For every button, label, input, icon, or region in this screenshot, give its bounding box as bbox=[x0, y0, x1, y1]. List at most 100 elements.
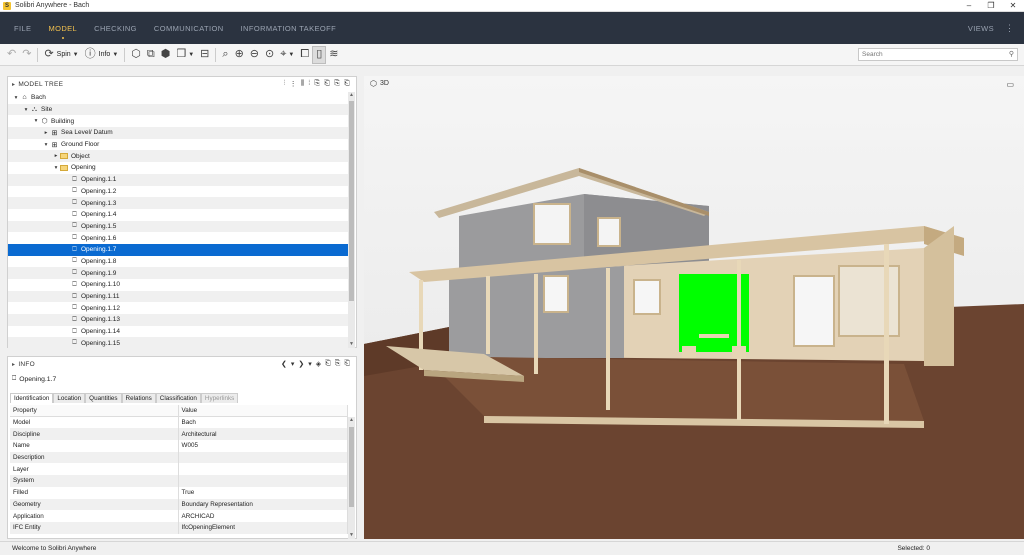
tree-item[interactable]: ⎕ Opening.1.9 bbox=[8, 267, 348, 279]
property-row[interactable]: Model Bach bbox=[10, 416, 348, 429]
zoom-out-button[interactable]: ⊖ bbox=[247, 46, 262, 64]
tab-classification[interactable]: Classification bbox=[155, 393, 201, 403]
tree-item[interactable]: ⎕ Opening.1.11 bbox=[8, 290, 348, 303]
undo-button[interactable]: ↶ bbox=[4, 46, 19, 64]
collapse-arrow-icon[interactable]: ▸ bbox=[12, 81, 15, 88]
select-multiple-button[interactable]: ⧉ bbox=[144, 46, 158, 64]
model-tree-scrollbar[interactable]: ▲ ▼ bbox=[348, 92, 355, 348]
more-options-icon[interactable]: ⋮ bbox=[1005, 23, 1014, 34]
scroll-down-icon[interactable]: ▼ bbox=[348, 532, 355, 539]
tree-item[interactable]: ▾ ⬡ Building bbox=[8, 115, 348, 127]
zoom-selected-button[interactable]: ⊙ bbox=[262, 46, 277, 64]
scroll-down-icon[interactable]: ▼ bbox=[348, 341, 355, 348]
clipboard-copy-icon[interactable]: ⎘ bbox=[334, 80, 340, 88]
tree-item[interactable]: ⎕ Opening.1.10 bbox=[8, 279, 348, 291]
scroll-thumb[interactable] bbox=[349, 427, 354, 507]
tree-item[interactable]: ⎕ Opening.1.7 bbox=[8, 243, 348, 256]
highlight-icon[interactable]: ◈ bbox=[316, 360, 321, 368]
tree-item[interactable]: ⎕ Opening.1.8 bbox=[8, 256, 348, 268]
isolate-button[interactable]: ⬢ bbox=[158, 46, 174, 64]
visibility-button[interactable]: ❒ ▼ bbox=[173, 46, 197, 64]
clipboard-copy-icon[interactable]: ⎘ bbox=[335, 360, 341, 368]
tree-item[interactable]: ⎕ Opening.1.5 bbox=[8, 220, 348, 233]
collapse-arrow-icon[interactable]: ▸ bbox=[12, 361, 15, 368]
property-row[interactable]: Layer bbox=[10, 463, 348, 476]
tree-item[interactable]: ⎕ Opening.1.14 bbox=[8, 326, 348, 338]
redo-button[interactable]: ↷ bbox=[19, 46, 34, 64]
tree-item[interactable]: ⎕ Opening.1.4 bbox=[8, 209, 348, 221]
tree-item[interactable]: ▸ Object bbox=[8, 150, 348, 163]
spin-button[interactable]: ⟳ Spin ▼ bbox=[41, 46, 81, 64]
tree-group-icon[interactable]: ⦙ bbox=[309, 80, 311, 88]
scroll-thumb[interactable] bbox=[349, 101, 354, 301]
tree-item[interactable]: ▾ Opening bbox=[8, 162, 348, 174]
property-row[interactable]: Application ARCHICAD bbox=[10, 510, 348, 522]
section-button[interactable]: ⊟ bbox=[197, 46, 212, 64]
expand-arrow-icon[interactable]: ▾ bbox=[42, 142, 50, 148]
forward-icon[interactable]: ❯ bbox=[298, 360, 304, 368]
zoom-fit-button[interactable]: ⌕ bbox=[219, 46, 231, 64]
menu-file[interactable]: FILE bbox=[14, 24, 31, 33]
chevron-down-icon[interactable]: ▼ bbox=[112, 52, 118, 58]
property-row[interactable]: IFC Entity IfcOpeningElement bbox=[10, 521, 348, 534]
3d-viewport[interactable]: ⬡ 3D ▭ bbox=[364, 76, 1024, 539]
map-button[interactable]: ▯ bbox=[312, 45, 327, 64]
tree-item[interactable]: ▾ ⛬ Site bbox=[8, 103, 348, 116]
history-dropdown-icon[interactable]: ▾ bbox=[291, 360, 295, 368]
tree-list-icon[interactable]: ⋮ bbox=[290, 80, 297, 88]
tree-item[interactable]: ⎕ Opening.1.13 bbox=[8, 314, 348, 326]
restore-button[interactable]: ❐ bbox=[980, 0, 1002, 12]
collapse-arrow-icon[interactable]: ▸ bbox=[52, 153, 60, 159]
info-button[interactable]: ⓘ Info ▼ bbox=[82, 46, 122, 64]
chevron-down-icon[interactable]: ▼ bbox=[288, 52, 294, 58]
clipboard-green-icon[interactable]: ⎘ bbox=[314, 80, 320, 88]
views-menu[interactable]: VIEWS bbox=[968, 24, 994, 33]
tree-item[interactable]: ⎕ Opening.1.3 bbox=[8, 197, 348, 209]
tree-item[interactable]: ⎕ Opening.1.15 bbox=[8, 337, 348, 348]
scroll-up-icon[interactable]: ▲ bbox=[348, 92, 355, 99]
clipboard-paste-icon[interactable]: ⎗ bbox=[344, 80, 350, 88]
search-input[interactable] bbox=[862, 51, 1002, 58]
expand-arrow-icon[interactable]: ▾ bbox=[12, 95, 20, 101]
pointer-button[interactable]: ⌖ ▼ bbox=[277, 46, 297, 64]
menu-information-takeoff[interactable]: INFORMATION TAKEOFF bbox=[241, 24, 337, 33]
expand-arrow-icon[interactable]: ▾ bbox=[52, 165, 60, 171]
expand-arrow-icon[interactable]: ▾ bbox=[22, 107, 30, 113]
building-model-render[interactable] bbox=[364, 76, 1024, 539]
search-icon[interactable]: ⚲ bbox=[1009, 50, 1014, 58]
property-row[interactable]: Name W005 bbox=[10, 440, 348, 452]
tab-quantities[interactable]: Quantities bbox=[85, 393, 122, 403]
clipboard-icon[interactable]: ⎗ bbox=[324, 80, 330, 88]
layers-button[interactable]: ≋ bbox=[326, 46, 341, 64]
tree-item[interactable]: ▾ ⌂ Bach bbox=[8, 92, 348, 104]
tree-item[interactable]: ▸ ⊞ Sea Level/ Datum bbox=[8, 127, 348, 139]
clipboard-paste-icon[interactable]: ⎗ bbox=[344, 360, 350, 368]
tree-classify-icon[interactable]: ⫼ bbox=[301, 80, 305, 88]
zoom-in-button[interactable]: ⊕ bbox=[232, 46, 247, 64]
tree-item[interactable]: ⎕ Opening.1.12 bbox=[8, 302, 348, 314]
minimize-button[interactable]: – bbox=[958, 0, 980, 12]
property-row[interactable]: System bbox=[10, 475, 348, 487]
property-row[interactable]: Filled True bbox=[10, 486, 348, 499]
property-row[interactable]: Discipline Architectural bbox=[10, 428, 348, 441]
menu-communication[interactable]: COMMUNICATION bbox=[154, 24, 224, 33]
property-row[interactable]: Description bbox=[10, 451, 348, 464]
back-icon[interactable]: ❮ bbox=[281, 360, 287, 368]
tab-identification[interactable]: Identification bbox=[10, 393, 54, 403]
expand-arrow-icon[interactable]: ▾ bbox=[32, 118, 40, 124]
chevron-down-icon[interactable]: ▼ bbox=[188, 52, 194, 58]
forward-dropdown-icon[interactable]: ▾ bbox=[308, 360, 312, 368]
scroll-up-icon[interactable]: ▲ bbox=[348, 417, 355, 424]
chevron-down-icon[interactable]: ▼ bbox=[73, 52, 79, 58]
tab-location[interactable]: Location bbox=[53, 393, 86, 403]
tree-item[interactable]: ▾ ⊞ Ground Floor bbox=[8, 139, 348, 151]
tree-hierarchy-icon[interactable]: ⫶ bbox=[284, 80, 286, 88]
info-scrollbar[interactable]: ▲ ▼ bbox=[348, 417, 355, 539]
floor-plan-button[interactable]: ⧠ bbox=[297, 46, 312, 64]
tree-item[interactable]: ⎕ Opening.1.6 bbox=[8, 232, 348, 244]
tree-item[interactable]: ⎕ Opening.1.1 bbox=[8, 173, 348, 186]
close-button[interactable]: ✕ bbox=[1002, 0, 1024, 12]
tree-item[interactable]: ⎕ Opening.1.2 bbox=[8, 186, 348, 198]
clipboard-icon[interactable]: ⎗ bbox=[325, 360, 331, 368]
property-row[interactable]: Geometry Boundary Representation bbox=[10, 498, 348, 511]
